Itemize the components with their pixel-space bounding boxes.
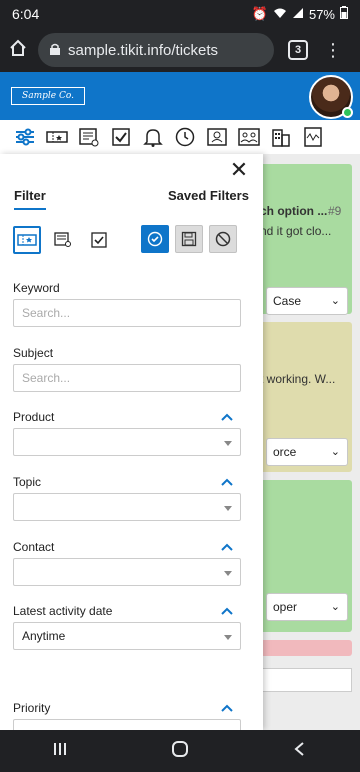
apply-filter-button[interactable]	[141, 225, 169, 253]
task-checkbox-icon[interactable]	[110, 126, 132, 148]
ticket-card[interactable]: ch option ... #9 nd it got clo... Case ⌄	[258, 164, 352, 315]
board-input[interactable]	[258, 668, 352, 692]
collapse-topic-icon[interactable]	[221, 477, 233, 487]
browser-toolbar: sample.tikit.info/tickets 3 ⋮	[0, 28, 360, 72]
save-filter-button[interactable]	[175, 225, 203, 253]
latest-activity-value: Anytime	[22, 629, 66, 643]
ticket-type-select[interactable]: Case ⌄	[266, 287, 348, 315]
url-text: sample.tikit.info/tickets	[68, 41, 219, 59]
company-logo[interactable]: Sample Co.	[11, 87, 85, 105]
priority-label: Priority	[13, 701, 51, 715]
collapse-product-icon[interactable]	[221, 412, 233, 422]
ticket-card[interactable]: oper ⌄	[258, 480, 352, 632]
keyword-label: Keyword	[13, 281, 60, 295]
task-type-icon[interactable]	[85, 226, 113, 254]
ticket-type-select[interactable]: orce ⌄	[266, 438, 348, 466]
subject-input[interactable]: Search...	[13, 364, 241, 392]
android-nav-bar	[0, 730, 360, 772]
collapse-contact-icon[interactable]	[221, 542, 233, 552]
invoice-icon[interactable]	[78, 126, 100, 148]
ticket-type-value: Case	[273, 294, 302, 308]
dropdown-arrow-icon	[224, 441, 232, 446]
close-icon[interactable]: ✕	[229, 159, 249, 181]
android-status-bar: 6:04 ⏰ 57%	[0, 0, 360, 28]
topic-label: Topic	[13, 475, 42, 489]
chevron-down-icon: ⌄	[330, 601, 340, 613]
invoice-type-icon[interactable]	[49, 226, 77, 254]
contact-select[interactable]	[13, 558, 241, 586]
wifi-icon	[273, 7, 287, 22]
contact-card-icon[interactable]	[206, 126, 228, 148]
collapse-activity-icon[interactable]	[221, 606, 233, 616]
chevron-down-icon: ⌄	[330, 295, 340, 307]
home-nav-icon[interactable]	[171, 740, 189, 763]
filter-sliders-icon[interactable]	[14, 126, 36, 148]
subject-label: Subject	[13, 346, 54, 360]
entity-type-selector	[13, 226, 113, 254]
ticket-number: #9	[328, 204, 342, 218]
clear-filter-button[interactable]	[209, 225, 237, 253]
ticket-type-icon[interactable]	[13, 226, 41, 254]
dashboard-icon[interactable]	[302, 126, 324, 148]
status-icons: ⏰ 57%	[252, 6, 348, 22]
collapse-priority-icon[interactable]	[221, 703, 233, 713]
product-label: Product	[13, 410, 55, 424]
bell-icon[interactable]	[142, 126, 164, 148]
priority-select[interactable]	[13, 719, 241, 730]
app-header: Sample Co.	[0, 72, 360, 120]
product-select[interactable]	[13, 428, 241, 456]
ticket-snippet: nd it got clo...	[260, 224, 332, 238]
latest-activity-select[interactable]: Anytime	[13, 622, 241, 650]
lock-icon	[50, 42, 60, 59]
contact-label: Contact	[13, 540, 55, 554]
ticket-type-select[interactable]: oper ⌄	[266, 593, 348, 621]
ticket-snippet: t working. W...	[260, 372, 336, 386]
ticket-card[interactable]	[258, 640, 352, 656]
dropdown-arrow-icon	[224, 635, 232, 640]
back-icon[interactable]	[292, 741, 308, 762]
team-icon[interactable]	[238, 126, 260, 148]
battery-percent: 57%	[308, 6, 335, 22]
alarm-icon: ⏰	[251, 6, 268, 21]
filter-actions	[141, 225, 237, 253]
ticket-type-value: orce	[273, 445, 297, 459]
status-time: 6:04	[12, 6, 40, 22]
online-status-dot	[342, 107, 353, 118]
dropdown-arrow-icon	[224, 571, 232, 576]
history-clock-icon[interactable]	[174, 126, 196, 148]
url-bar[interactable]: sample.tikit.info/tickets	[38, 33, 274, 67]
chevron-down-icon: ⌄	[330, 446, 340, 458]
ticket-card[interactable]: t working. W... orce ⌄	[258, 322, 352, 472]
recent-apps-icon[interactable]	[52, 741, 68, 762]
ticket-type-value: oper	[273, 600, 298, 614]
latest-activity-label: Latest activity date	[13, 604, 113, 618]
tab-filter[interactable]: Filter	[14, 188, 46, 210]
dropdown-arrow-icon	[224, 506, 232, 511]
more-menu-icon[interactable]: ⋮	[324, 41, 342, 59]
filter-drawer: ✕ Filter Saved Filters Keyword Search...…	[0, 154, 263, 730]
module-toolbar	[0, 120, 360, 154]
tab-saved-filters[interactable]: Saved Filters	[168, 188, 249, 203]
topic-select[interactable]	[13, 493, 241, 521]
battery-icon	[340, 6, 348, 22]
ticket-title: ch option ...	[260, 204, 328, 218]
ticket-icon[interactable]	[46, 126, 68, 148]
home-icon[interactable]	[8, 38, 28, 63]
signal-icon	[292, 7, 304, 22]
keyword-input[interactable]: Search...	[13, 299, 241, 327]
building-icon[interactable]	[270, 126, 292, 148]
tab-switcher-button[interactable]: 3	[288, 40, 308, 60]
